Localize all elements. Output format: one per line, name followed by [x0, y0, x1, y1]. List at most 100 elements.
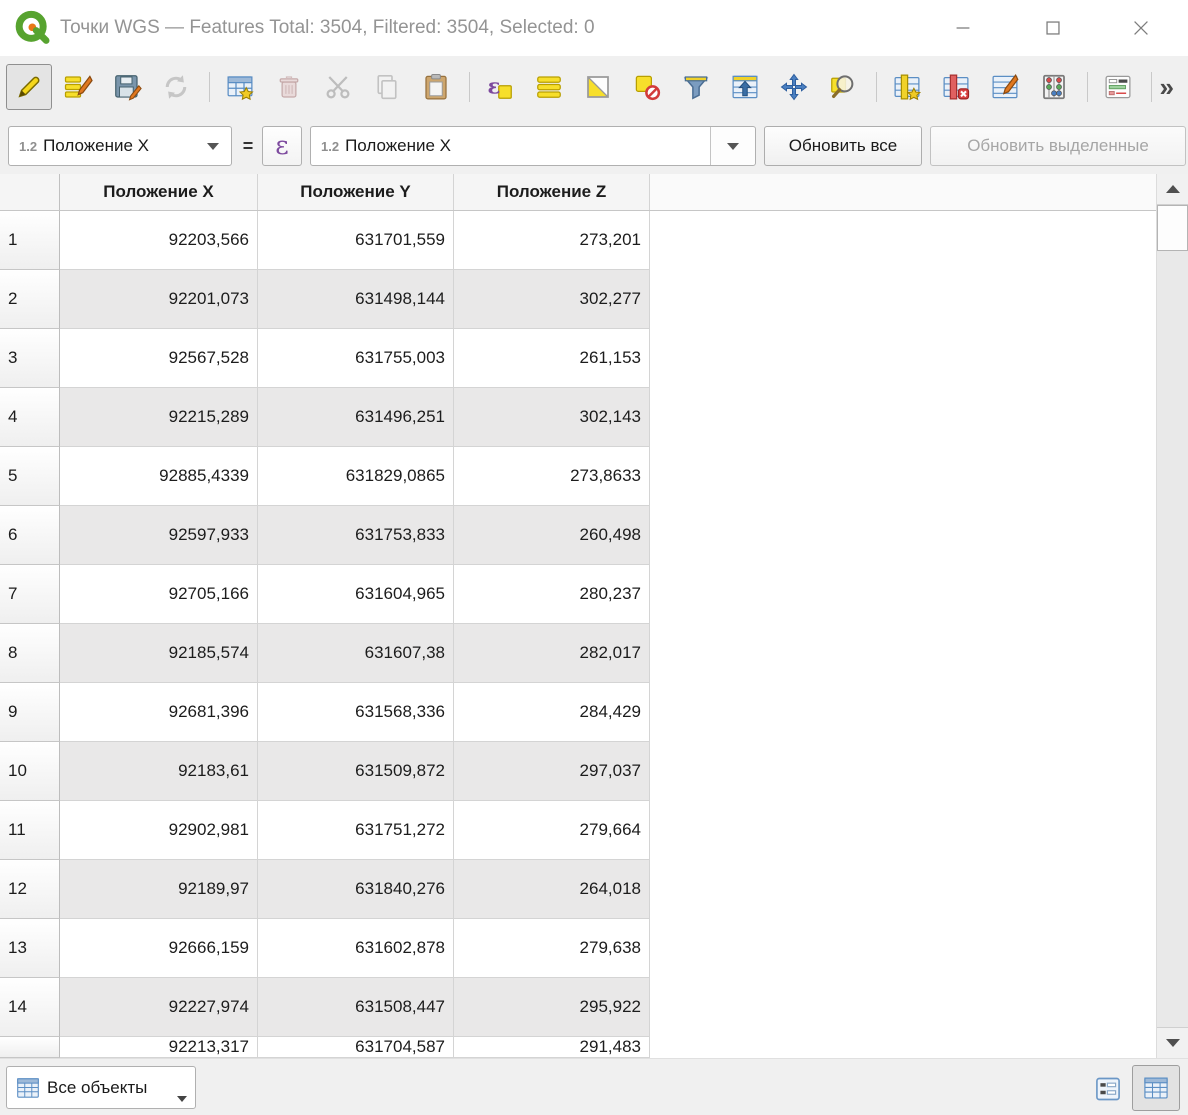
table-cell[interactable]: 92215,289 [60, 388, 258, 447]
column-header-z[interactable]: Положение Z [454, 174, 650, 210]
toggle-editing-button[interactable] [6, 64, 52, 110]
paste-button[interactable] [413, 64, 459, 110]
vertical-scrollbar[interactable] [1156, 174, 1188, 1058]
row-number[interactable]: 10 [0, 742, 60, 801]
table-cell[interactable]: 261,153 [454, 329, 650, 388]
row-number[interactable] [0, 1037, 60, 1058]
maximize-button[interactable] [1028, 0, 1078, 56]
row-number[interactable]: 9 [0, 683, 60, 742]
table-cell[interactable]: 631498,144 [258, 270, 454, 329]
table-cell[interactable]: 631829,0865 [258, 447, 454, 506]
invert-selection-button[interactable] [575, 64, 621, 110]
row-number[interactable]: 11 [0, 801, 60, 860]
scroll-up-button[interactable] [1157, 174, 1188, 205]
table-cell[interactable]: 279,664 [454, 801, 650, 860]
field-calculator-button[interactable] [1031, 64, 1077, 110]
edit-fields-button[interactable] [982, 64, 1028, 110]
column-header-y[interactable]: Положение Y [258, 174, 454, 210]
minimize-button[interactable] [938, 0, 988, 56]
table-cell[interactable]: 302,143 [454, 388, 650, 447]
delete-selected-button[interactable] [266, 64, 312, 110]
cut-button[interactable] [315, 64, 361, 110]
table-cell[interactable]: 92203,566 [60, 211, 258, 270]
table-cell[interactable]: 92681,396 [60, 683, 258, 742]
row-number[interactable]: 5 [0, 447, 60, 506]
move-selection-top-button[interactable] [722, 64, 768, 110]
feature-filter-button[interactable]: Все объекты [6, 1066, 196, 1109]
table-cell[interactable]: 631604,965 [258, 565, 454, 624]
multiedit-button[interactable] [55, 64, 101, 110]
row-number[interactable]: 4 [0, 388, 60, 447]
save-edits-button[interactable] [104, 64, 150, 110]
deselect-all-button[interactable] [624, 64, 670, 110]
table-cell[interactable]: 92185,574 [60, 624, 258, 683]
table-cell[interactable]: 631755,003 [258, 329, 454, 388]
table-cell[interactable]: 279,638 [454, 919, 650, 978]
zoom-to-selection-button[interactable] [820, 64, 866, 110]
table-cell[interactable]: 92705,166 [60, 565, 258, 624]
table-cell[interactable]: 295,922 [454, 978, 650, 1037]
reload-button[interactable] [153, 64, 199, 110]
copy-button[interactable] [364, 64, 410, 110]
table-cell[interactable]: 282,017 [454, 624, 650, 683]
table-cell[interactable]: 631568,336 [258, 683, 454, 742]
table-cell[interactable]: 92227,974 [60, 978, 258, 1037]
table-cell[interactable]: 291,483 [454, 1037, 650, 1058]
table-cell[interactable]: 92183,61 [60, 742, 258, 801]
table-cell[interactable]: 280,237 [454, 565, 650, 624]
row-number[interactable]: 14 [0, 978, 60, 1037]
table-view-button[interactable] [1132, 1065, 1180, 1111]
table-cell[interactable]: 264,018 [454, 860, 650, 919]
column-header-x[interactable]: Положение X [60, 174, 258, 210]
field-selector-dropdown[interactable]: 1.2 Положение X [8, 126, 232, 166]
close-button[interactable] [1116, 0, 1166, 56]
select-all-button[interactable] [526, 64, 572, 110]
conditional-formatting-button[interactable] [1095, 64, 1141, 110]
row-number[interactable]: 7 [0, 565, 60, 624]
table-cell[interactable]: 260,498 [454, 506, 650, 565]
expression-builder-button[interactable]: ε [262, 126, 302, 166]
expression-dropdown-button[interactable] [710, 127, 755, 165]
select-by-expression-button[interactable]: ε [477, 64, 523, 110]
table-cell[interactable]: 273,201 [454, 211, 650, 270]
table-cell[interactable]: 297,037 [454, 742, 650, 801]
new-field-button[interactable] [884, 64, 930, 110]
table-cell[interactable]: 631704,587 [258, 1037, 454, 1058]
row-number[interactable]: 1 [0, 211, 60, 270]
table-cell[interactable]: 631751,272 [258, 801, 454, 860]
table-cell[interactable]: 92201,073 [60, 270, 258, 329]
table-cell[interactable]: 631753,833 [258, 506, 454, 565]
row-number[interactable]: 13 [0, 919, 60, 978]
table-cell[interactable]: 631509,872 [258, 742, 454, 801]
table-cell[interactable]: 631840,276 [258, 860, 454, 919]
delete-field-button[interactable] [933, 64, 979, 110]
form-view-button[interactable] [1090, 1071, 1126, 1107]
row-number[interactable]: 12 [0, 860, 60, 919]
table-cell[interactable]: 273,8633 [454, 447, 650, 506]
update-all-button[interactable]: Обновить все [764, 126, 922, 166]
scroll-down-button[interactable] [1157, 1027, 1188, 1058]
expression-input[interactable]: 1.2 Положение X [310, 126, 756, 166]
table-cell[interactable]: 631496,251 [258, 388, 454, 447]
corner-header[interactable] [0, 174, 60, 210]
update-selected-button[interactable]: Обновить выделенные [930, 126, 1186, 166]
table-cell[interactable]: 92213,317 [60, 1037, 258, 1058]
pan-to-selection-button[interactable] [771, 64, 817, 110]
row-number[interactable]: 6 [0, 506, 60, 565]
table-cell[interactable]: 302,277 [454, 270, 650, 329]
row-number[interactable]: 3 [0, 329, 60, 388]
table-cell[interactable]: 92597,933 [60, 506, 258, 565]
table-cell[interactable]: 631607,38 [258, 624, 454, 683]
row-number[interactable]: 8 [0, 624, 60, 683]
toolbar-overflow-button[interactable]: » [1160, 72, 1174, 103]
table-cell[interactable]: 92666,159 [60, 919, 258, 978]
filter-button[interactable] [673, 64, 719, 110]
table-cell[interactable]: 92189,97 [60, 860, 258, 919]
row-number[interactable]: 2 [0, 270, 60, 329]
scrollbar-thumb[interactable] [1157, 205, 1188, 251]
table-cell[interactable]: 92567,528 [60, 329, 258, 388]
table-cell[interactable]: 631508,447 [258, 978, 454, 1037]
table-cell[interactable]: 284,429 [454, 683, 650, 742]
table-cell[interactable]: 631701,559 [258, 211, 454, 270]
add-feature-button[interactable] [217, 64, 263, 110]
